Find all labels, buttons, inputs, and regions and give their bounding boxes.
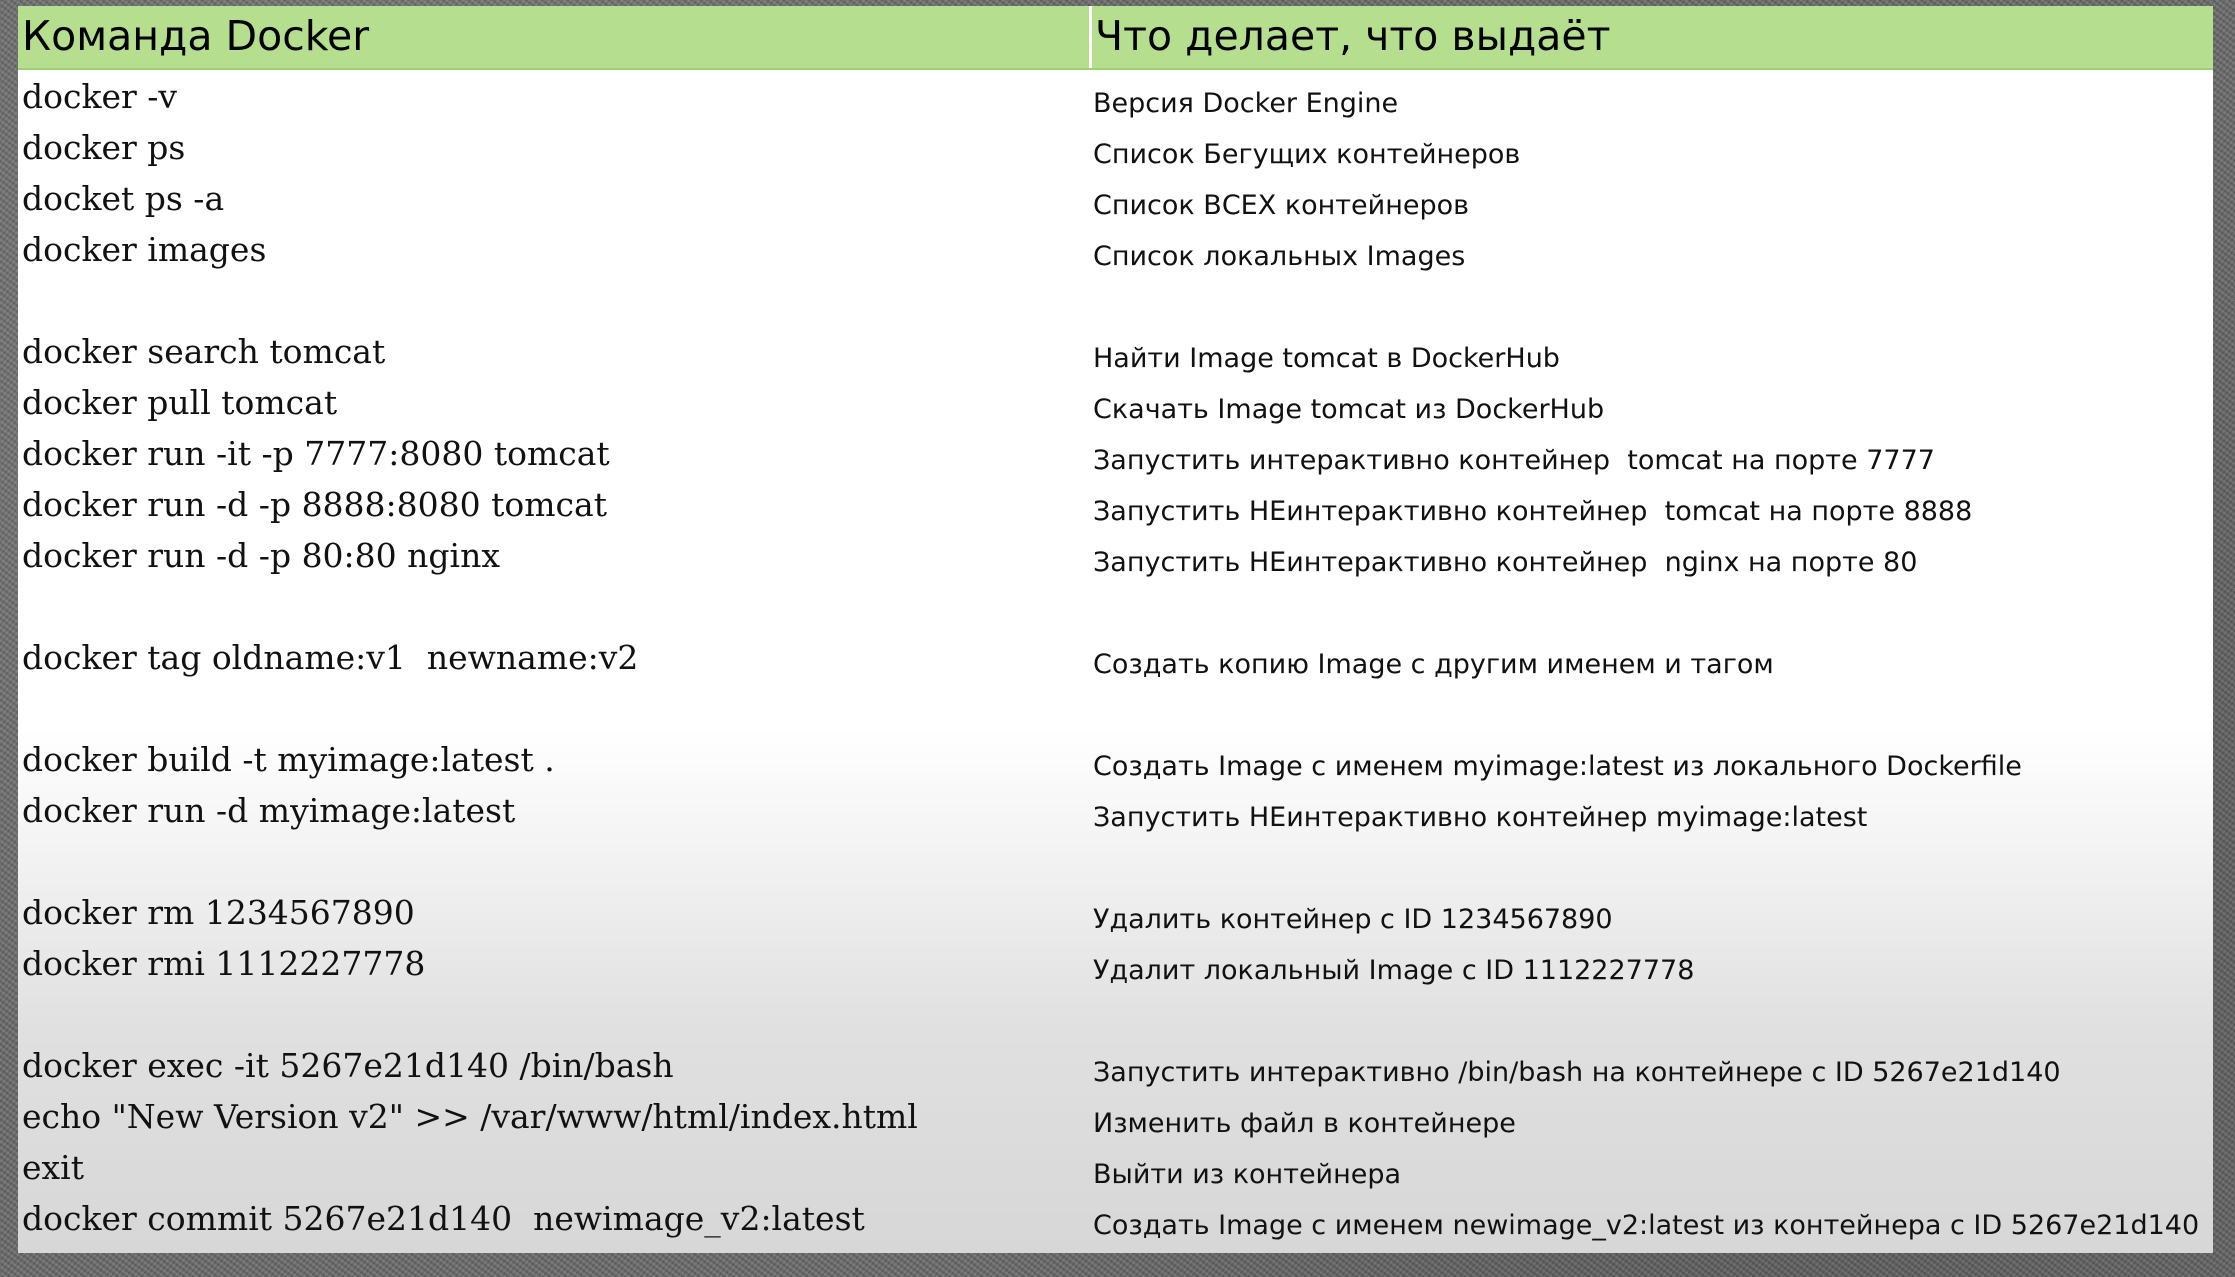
description-text: Удалит локальный Image с ID 1112227778 [1093,955,1695,986]
command-text: docker -v [22,77,178,116]
description-text: Создать Image с именем myimage:latest из… [1093,751,2022,782]
header-divider [1089,6,1092,68]
description-text: Список Бегущих контейнеров [1093,139,1521,170]
table-row: docker rmi 1112227778 Удалит локальный I… [18,947,2213,998]
table-row: docker run -d -p 8888:8080 tomcat Запуст… [18,488,2213,539]
description-text: Версия Docker Engine [1093,88,1399,119]
docker-commands-sheet: Команда Docker Что делает, что выдаёт do… [18,6,2213,1253]
command-text: docker run -d -p 80:80 nginx [22,536,500,575]
command-text: docker exec -it 5267e21d140 /bin/bash [22,1046,674,1085]
table-row: docker run -d -p 80:80 nginx Запустить Н… [18,539,2213,590]
description-text: Запустить НЕинтерактивно контейнер nginx… [1093,547,1918,578]
description-text: Создать Image с именем newimage_v2:lates… [1093,1210,2200,1241]
table-row: docker tag oldname:v1 newname:v2 Создать… [18,641,2213,692]
description-text: Запустить НЕинтерактивно контейнер myima… [1093,802,1868,833]
table-row: docker run -d myimage:latest Запустить Н… [18,794,2213,845]
description-text: Найти Image tomcat в DockerHub [1093,343,1560,374]
description-text: Выйти из контейнера [1093,1159,1402,1190]
table-row: docker run -it -p 7777:8080 tomcat Запус… [18,437,2213,488]
table-row: docker images Список локальных Images [18,233,2213,284]
command-text: docker commit 5267e21d140 newimage_v2:la… [22,1199,865,1238]
command-text: docker search tomcat [22,332,386,371]
command-text: echo "New Version v2" >> /var/www/html/i… [22,1097,918,1136]
table-row: docker search tomcat Найти Image tomcat … [18,335,2213,386]
command-text: docker ps [22,128,186,167]
header-description-column: Что делает, что выдаёт [1095,12,1611,60]
table-row: docker -v Версия Docker Engine [18,80,2213,131]
table-row: docker commit 5267e21d140 newimage_v2:la… [18,1202,2213,1253]
command-text: docker build -t myimage:latest . [22,740,555,779]
command-text: docker run -it -p 7777:8080 tomcat [22,434,610,473]
table-row: echo "New Version v2" >> /var/www/html/i… [18,1100,2213,1151]
table-row: docker rm 1234567890 Удалить контейнер с… [18,896,2213,947]
command-text: docket ps -a [22,179,225,218]
table-row: docket ps -a Список ВСЕХ контейнеров [18,182,2213,233]
command-text: docker run -d myimage:latest [22,791,516,830]
description-text: Список локальных Images [1093,241,1466,272]
table-row: docker build -t myimage:latest . Создать… [18,743,2213,794]
command-text: docker pull tomcat [22,383,338,422]
table-row: docker exec -it 5267e21d140 /bin/bash За… [18,1049,2213,1100]
description-text: Запустить интерактивно контейнер tomcat … [1093,445,1935,476]
description-text: Скачать Image tomcat из DockerHub [1093,394,1605,425]
header-command-column: Команда Docker [22,12,370,60]
description-text: Список ВСЕХ контейнеров [1093,190,1470,221]
command-text: docker tag oldname:v1 newname:v2 [22,638,639,677]
description-text: Изменить файл в контейнере [1093,1108,1516,1139]
command-text: docker rm 1234567890 [22,893,415,932]
table-row: docker ps Список Бегущих контейнеров [18,131,2213,182]
command-text: docker images [22,230,267,269]
table-header: Команда Docker Что делает, что выдаёт [18,6,2213,70]
table-row: docker pull tomcat Скачать Image tomcat … [18,386,2213,437]
command-text: exit [22,1148,84,1187]
description-text: Удалить контейнер с ID 1234567890 [1093,904,1613,935]
description-text: Запустить интерактивно /bin/bash на конт… [1093,1057,2061,1088]
command-text: docker run -d -p 8888:8080 tomcat [22,485,607,524]
table-row: exit Выйти из контейнера [18,1151,2213,1202]
description-text: Запустить НЕинтерактивно контейнер tomca… [1093,496,1973,527]
command-text: docker rmi 1112227778 [22,944,426,983]
description-text: Создать копию Image с другим именем и та… [1093,649,1774,680]
